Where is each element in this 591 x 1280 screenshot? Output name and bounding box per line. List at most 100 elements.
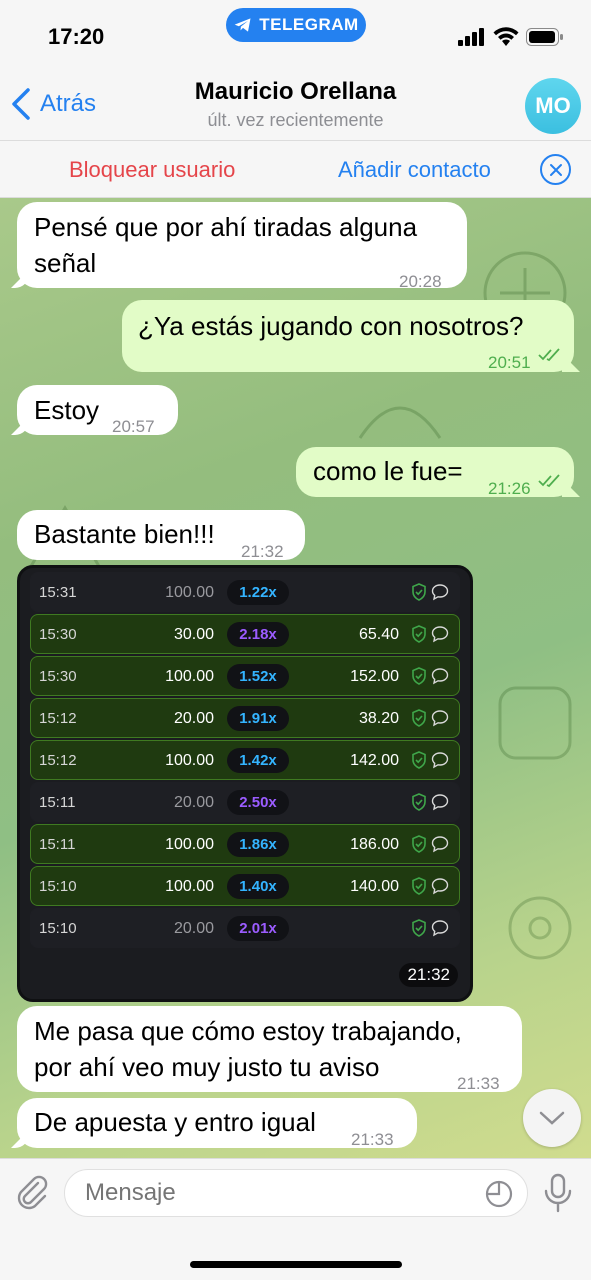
message-input[interactable] [64,1169,528,1217]
home-indicator [190,1261,402,1268]
telegram-pill[interactable]: TELEGRAM [226,8,366,42]
row-icons [411,709,449,727]
microphone-icon[interactable] [541,1173,575,1215]
message-time: 20:28 [399,272,442,291]
chat-bubble-icon [431,836,449,853]
bet-amount: 20.00 [173,920,214,937]
close-icon [549,163,562,176]
multiplier-badge: 1.86x [227,832,289,857]
message-text: De apuesta y entro igual [34,1107,316,1137]
row-icons [411,667,449,685]
row-icons [411,793,449,811]
row-icons [411,625,449,643]
chat-area[interactable]: Pensé que por ahí tiradas alguna señal 2… [0,198,591,1158]
shield-check-icon [412,709,426,727]
back-button[interactable]: Atrás [10,88,96,120]
bet-row: 15:12 20.00 1.91x 38.20 [30,698,460,738]
win-amount: 38.20 [358,710,399,727]
avatar[interactable]: MO [525,78,581,134]
bet-row: 15:11 100.00 1.86x 186.00 [30,824,460,864]
bet-time: 15:10 [39,920,77,937]
bet-amount: 100.00 [165,584,214,601]
message-incoming[interactable]: Bastante bien!!! 21:32 [17,510,305,561]
shield-check-icon [412,583,426,601]
bet-amount: 100.00 [165,836,214,853]
message-outgoing[interactable]: como le fue= 21:26 [296,447,580,498]
message-outgoing[interactable]: ¿Ya estás jugando con nosotros? 20:51 [122,300,580,372]
shield-check-icon [412,625,426,643]
message-incoming[interactable]: Pensé que por ahí tiradas alguna señal 2… [11,202,467,291]
double-check-icon [538,474,560,488]
shield-check-icon [412,793,426,811]
win-amount: 186.00 [350,836,399,853]
message-incoming[interactable]: Estoy 20:57 [11,385,178,436]
bet-row: 15:10 100.00 1.40x 140.00 [30,866,460,906]
message-text: Estoy [34,395,100,425]
bet-row: 15:10 20.00 2.01x [30,908,460,948]
double-check-icon [538,348,560,362]
shield-check-icon [412,667,426,685]
bet-time: 15:11 [39,794,76,811]
wallpaper-doodle-icon [498,686,572,760]
multiplier-badge: 2.18x [227,622,289,647]
bet-amount: 30.00 [173,626,214,643]
bet-time: 15:11 [39,836,76,853]
composer [0,1158,591,1280]
multiplier-badge: 1.52x [227,664,289,689]
block-user-button[interactable]: Bloquear usuario [69,157,235,183]
chat-bubble-icon [431,752,449,769]
shield-check-icon [412,919,426,937]
chat-bubble-icon [431,668,449,685]
message-time: 21:33 [457,1074,500,1093]
telegram-icon [234,18,251,32]
status-bar: 17:20 TELEGRAM [0,0,591,72]
bet-row: 15:31 100.00 1.22x [30,572,460,612]
bet-row: 15:12 100.00 1.42x 142.00 [30,740,460,780]
bet-row: 15:30 30.00 2.18x 65.40 [30,614,460,654]
bet-time: 15:30 [39,626,77,643]
message-text: Me pasa que cómo estoy trabajando, [34,1016,462,1046]
row-icons [411,919,449,937]
message-text: por ahí veo muy justo tu aviso [34,1052,380,1082]
bubble-tail [11,1130,29,1148]
row-icons [411,835,449,853]
wifi-icon [493,27,519,46]
bubble-tail [562,479,580,497]
win-amount: 65.40 [358,626,399,643]
multiplier-badge: 2.01x [227,916,289,941]
chat-bubble-icon [431,626,449,643]
image-message[interactable]: 15:31 100.00 1.22x 15:30 30.00 2.18x 65.40 15:3… [17,565,473,1002]
bet-amount: 20.00 [173,710,214,727]
attach-icon[interactable] [14,1173,50,1213]
back-label: Atrás [40,90,97,117]
sticker-icon[interactable] [484,1179,514,1209]
bet-row: 15:30 100.00 1.52x 152.00 [30,656,460,696]
message-text: Bastante bien!!! [34,519,215,549]
bet-amount: 20.00 [173,794,214,811]
message-incoming[interactable]: Me pasa que cómo estoy trabajando, por a… [17,1006,522,1093]
message-time: 21:32 [399,963,458,987]
battery-icon [526,28,563,46]
multiplier-badge: 1.91x [227,706,289,731]
win-amount: 152.00 [350,668,399,685]
message-text: como le fue= [313,456,463,486]
bubble-tail [562,354,580,372]
contact-action-bar: Bloquear usuario Añadir contacto [0,140,591,198]
message-incoming[interactable]: De apuesta y entro igual 21:33 [11,1098,417,1149]
row-icons [411,877,449,895]
close-banner-button[interactable] [540,154,571,185]
multiplier-badge: 2.50x [227,790,289,815]
scroll-down-button[interactable] [523,1089,581,1147]
add-contact-button[interactable]: Añadir contacto [338,157,491,183]
bet-history-list: 15:31 100.00 1.22x 15:30 30.00 2.18x 65.40 15:3… [30,572,460,950]
message-time: 21:33 [351,1130,394,1149]
win-amount: 142.00 [350,752,399,769]
message-time: 20:51 [488,353,531,372]
row-icons [411,583,449,601]
shield-check-icon [412,877,426,895]
chat-bubble-icon [431,878,449,895]
row-icons [411,751,449,769]
telegram-pill-label: TELEGRAM [259,15,359,34]
chat-bubble-icon [431,794,449,811]
signal-icon [458,28,484,46]
